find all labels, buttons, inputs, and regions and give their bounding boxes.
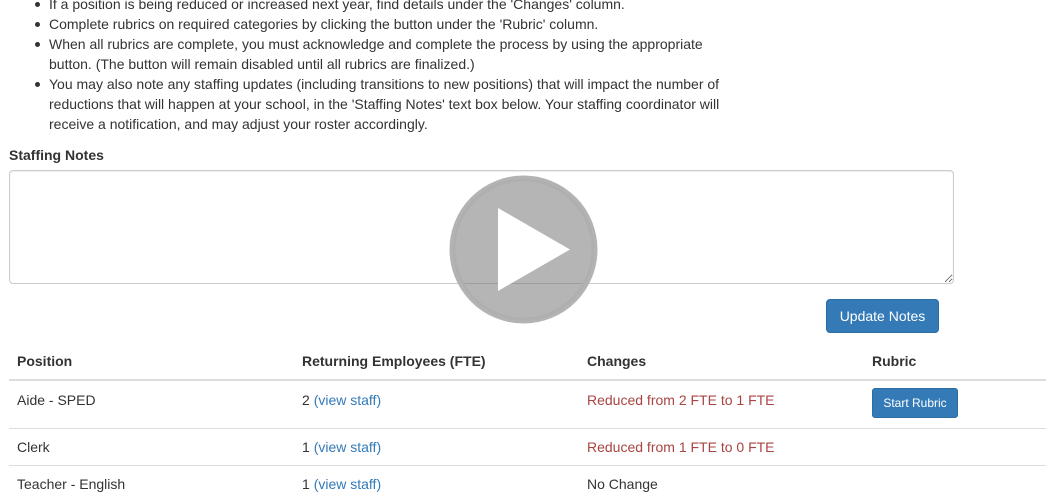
- play-icon: [449, 175, 598, 324]
- view-staff-link[interactable]: (view staff): [314, 476, 381, 492]
- change-cell: Reduced from 1 FTE to 0 FTE: [579, 427, 864, 465]
- view-staff-link[interactable]: (view staff): [314, 392, 381, 408]
- column-header-rubric: Rubric: [864, 343, 1046, 381]
- fte-cell: 1 (view staff): [294, 464, 579, 502]
- column-header-changes: Changes: [579, 343, 864, 381]
- fte-cell: 1 (view staff): [294, 427, 579, 465]
- instruction-item: When all rubrics are complete, you must …: [35, 34, 749, 74]
- update-notes-button[interactable]: Update Notes: [826, 299, 939, 333]
- view-staff-link[interactable]: (view staff): [314, 439, 381, 455]
- start-rubric-button[interactable]: Start Rubric: [872, 388, 958, 418]
- change-cell: Reduced from 2 FTE to 1 FTE: [587, 392, 775, 408]
- rubric-cell: [864, 464, 1046, 502]
- staffing-notes-label: Staffing Notes: [9, 147, 104, 163]
- instruction-item: You may also note any staffing updates (…: [35, 74, 749, 134]
- instruction-item: Complete rubrics on required categories …: [35, 14, 749, 34]
- video-play-button[interactable]: [448, 174, 599, 325]
- instruction-item: If a position is being reduced or increa…: [35, 0, 749, 14]
- position-cell: Teacher - English: [9, 464, 294, 502]
- position-cell: Aide - SPED: [17, 392, 96, 408]
- rubric-cell: [864, 427, 1046, 465]
- rubric-cell: Start Rubric: [864, 380, 1046, 428]
- table-row: Clerk 1 (view staff) Reduced from 1 FTE …: [9, 427, 1046, 465]
- position-cell: Clerk: [9, 427, 294, 465]
- table-header-row: Position Returning Employees (FTE) Chang…: [9, 343, 1046, 381]
- table-row: Teacher - English 1 (view staff) No Chan…: [9, 464, 1046, 502]
- fte-value: 1: [302, 475, 310, 492]
- column-header-position: Position: [9, 343, 294, 381]
- positions-table: Position Returning Employees (FTE) Chang…: [9, 343, 1046, 502]
- fte-value: 1: [302, 438, 310, 455]
- instructions-list: If a position is being reduced or increa…: [35, 0, 749, 134]
- table-row: Aide - SPED 2 (view staff) Reduced from …: [9, 380, 1046, 428]
- column-header-returning-employees: Returning Employees (FTE): [294, 343, 579, 381]
- fte-value: 2: [302, 392, 310, 408]
- fte-cell: 2 (view staff): [294, 380, 579, 428]
- change-cell: No Change: [579, 464, 864, 502]
